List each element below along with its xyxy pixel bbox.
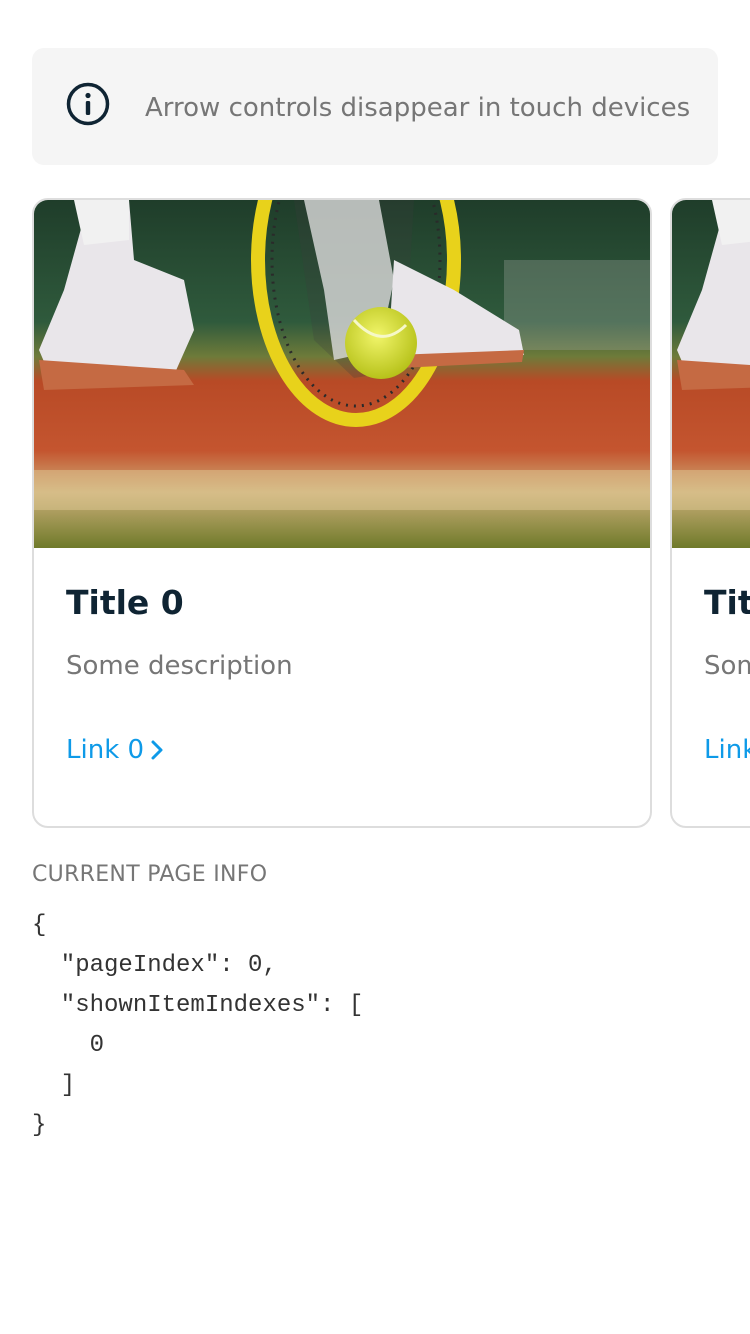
- page: Arrow controls disappear in touch device…: [0, 0, 750, 1334]
- chevron-right-icon: [151, 740, 163, 760]
- card-title: Title 1: [704, 583, 750, 622]
- page-info-json: { "pageIndex": 0, "shownItemIndexes": [ …: [32, 912, 364, 1139]
- card-link-label: Link 1: [704, 735, 750, 765]
- card-image: [34, 200, 650, 548]
- card-link[interactable]: Link 1: [704, 730, 750, 770]
- page-info-label: CURRENT PAGE INFO: [32, 862, 268, 887]
- carousel-card[interactable]: Title 1 Some description Link 1: [670, 198, 750, 828]
- card-link[interactable]: Link 0: [66, 730, 164, 770]
- card-link-label: Link 0: [66, 735, 145, 765]
- card-description: Some description: [704, 651, 750, 681]
- card-image: [672, 200, 750, 548]
- info-icon: [66, 82, 110, 126]
- card-title: Title 0: [66, 583, 184, 622]
- card-description: Some description: [66, 651, 293, 681]
- carousel-card[interactable]: Title 0 Some description Link 0: [32, 198, 652, 828]
- card-carousel[interactable]: Title 0 Some description Link 0 Ti So Li…: [0, 198, 750, 830]
- notice-text: Arrow controls disappear in touch device…: [145, 93, 691, 123]
